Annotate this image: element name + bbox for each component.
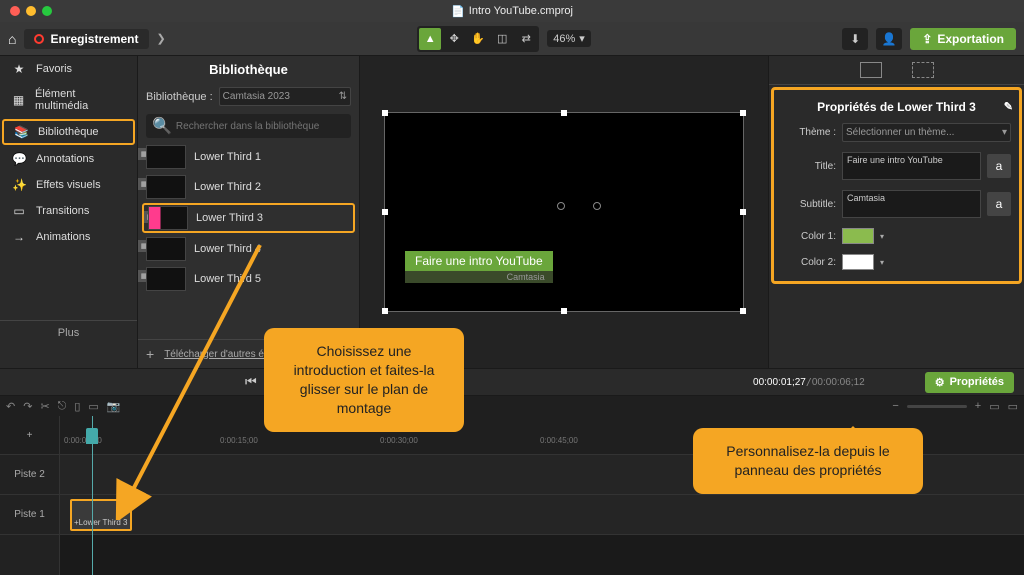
- record-menu-chevron[interactable]: ❯: [157, 32, 166, 45]
- color1-label: Color 1:: [782, 231, 836, 242]
- library-icon: 📚: [14, 125, 28, 139]
- home-button[interactable]: ⌂: [8, 31, 16, 47]
- theme-label: Thème :: [782, 127, 836, 138]
- properties-panel: Propriétés de Lower Third 3 ✎ Thème : Sé…: [768, 56, 1024, 368]
- zoom-in-icon[interactable]: +: [975, 400, 981, 412]
- library-selector[interactable]: Camtasia 2023⇅: [219, 87, 351, 106]
- media-icon: ▦: [12, 93, 25, 107]
- move-tool[interactable]: ✥: [443, 28, 465, 50]
- account-button[interactable]: 👤: [876, 28, 902, 50]
- split-button[interactable]: ⎋: [58, 400, 67, 413]
- track-label[interactable]: Piste 2: [0, 455, 59, 495]
- library-panel: Bibliothèque Bibliothèque : Camtasia 202…: [138, 56, 360, 368]
- marker-toggle[interactable]: ▭: [989, 400, 999, 413]
- record-icon: [34, 34, 44, 44]
- canvas-tools: ▲ ✥ ✋ ◫ ⇄: [417, 26, 539, 52]
- select-tool[interactable]: ▲: [419, 28, 441, 50]
- color1-swatch[interactable]: [842, 228, 874, 244]
- library-search-input[interactable]: [176, 121, 345, 132]
- library-item-selected[interactable]: ▦Lower Third 3: [142, 203, 355, 233]
- star-icon: ★: [12, 62, 26, 76]
- track-label[interactable]: Piste 1: [0, 495, 59, 535]
- effects-icon: ✨: [12, 178, 26, 192]
- sidebar-item-annotations[interactable]: 💬Annotations: [0, 146, 137, 172]
- sidebar-item-animations[interactable]: →Animations: [0, 224, 137, 250]
- maximize-window-button[interactable]: [42, 6, 52, 16]
- paste-button[interactable]: ▭: [88, 400, 98, 413]
- fit-toggle[interactable]: ▭: [1008, 400, 1018, 413]
- record-button[interactable]: Enregistrement: [24, 29, 148, 49]
- tutorial-callout-2: Personnalisez-la depuis le panneau des p…: [693, 428, 923, 494]
- library-item[interactable]: ▦Lower Third 5: [138, 264, 359, 294]
- gear-icon: ⚙: [935, 376, 945, 389]
- undo-button[interactable]: ↶: [6, 400, 15, 413]
- camera-button[interactable]: 📷: [107, 400, 121, 413]
- timeline-toolbar: ↶ ↷ ✂ ⎋ ▯ ▭ 📷 − + ▭ ▭: [0, 396, 1024, 416]
- window-title: 📄 Intro YouTube.cmproj: [451, 5, 573, 18]
- library-selector-label: Bibliothèque :: [146, 91, 213, 103]
- sidebar-item-library[interactable]: 📚Bibliothèque: [2, 119, 135, 145]
- canvas-stage[interactable]: Faire une intro YouTube Camtasia: [384, 112, 744, 312]
- search-icon: 🔍: [152, 116, 172, 136]
- playback-bar: ⏮ ▶ ⏭ 00:00:01;27/00:00:06;12 ⚙ Propriét…: [0, 368, 1024, 396]
- color2-swatch[interactable]: [842, 254, 874, 270]
- library-search[interactable]: 🔍: [146, 114, 351, 138]
- main-toolbar: ⌂ Enregistrement ❯ ▲ ✥ ✋ ◫ ⇄ 46%▾ ⬇ 👤 ⇪ …: [0, 22, 1024, 56]
- pan-tool[interactable]: ⇄: [515, 28, 537, 50]
- title-input[interactable]: Faire une intro YouTube: [842, 152, 981, 180]
- export-icon: ⇪: [922, 32, 932, 46]
- library-item[interactable]: ▦Lower Third 1: [138, 142, 359, 172]
- timeline-zoom-slider[interactable]: [907, 405, 967, 408]
- sidebar-item-effects[interactable]: ✨Effets visuels: [0, 172, 137, 198]
- timeline-clip[interactable]: + Lower Third 3: [70, 499, 132, 531]
- chevron-down-icon: ▾: [579, 32, 585, 45]
- crop-tool[interactable]: ◫: [491, 28, 513, 50]
- edit-name-button[interactable]: ✎: [1004, 100, 1013, 113]
- library-item[interactable]: ▦Lower Third 4: [138, 234, 359, 264]
- preview-canvas[interactable]: Faire une intro YouTube Camtasia: [360, 56, 768, 368]
- annotation-icon: 💬: [12, 152, 26, 166]
- cut-button[interactable]: ✂: [40, 400, 49, 413]
- theme-selector[interactable]: Sélectionner un thème...▾: [842, 123, 1011, 142]
- zoom-level[interactable]: 46%▾: [547, 30, 591, 47]
- sidebar-more[interactable]: Plus: [0, 320, 137, 345]
- subtitle-input[interactable]: Camtasia: [842, 190, 981, 218]
- redo-button[interactable]: ↷: [23, 400, 32, 413]
- properties-title: Propriétés de Lower Third 3 ✎: [780, 96, 1013, 118]
- export-button[interactable]: ⇪ Exportation: [910, 28, 1016, 50]
- title-font-button[interactable]: a: [987, 154, 1011, 178]
- library-item[interactable]: ▦Lower Third 2: [138, 172, 359, 202]
- zoom-out-icon[interactable]: −: [892, 400, 898, 412]
- properties-tab-visual[interactable]: [860, 62, 882, 78]
- download-button[interactable]: ⬇: [842, 28, 868, 50]
- prev-frame-button[interactable]: ⏮: [245, 374, 257, 390]
- close-window-button[interactable]: [10, 6, 20, 16]
- titlebar: 📄 Intro YouTube.cmproj: [0, 0, 1024, 22]
- document-icon: 📄: [451, 5, 465, 18]
- copy-button[interactable]: ▯: [74, 400, 80, 413]
- animations-icon: →: [12, 230, 26, 244]
- subtitle-field-label: Subtitle:: [782, 199, 836, 210]
- playhead[interactable]: [92, 416, 93, 575]
- library-heading: Bibliothèque: [138, 56, 359, 83]
- properties-tab-layout[interactable]: [912, 62, 934, 78]
- sidebar-item-transitions[interactable]: ▭Transitions: [0, 198, 137, 224]
- properties-toggle-button[interactable]: ⚙ Propriétés: [925, 372, 1014, 393]
- minimize-window-button[interactable]: [26, 6, 36, 16]
- sidebar: ★Favoris ▦Élément multimédia 📚Bibliothèq…: [0, 56, 138, 368]
- hand-tool[interactable]: ✋: [467, 28, 489, 50]
- title-field-label: Title:: [782, 161, 836, 172]
- timecode-display: 00:00:01;27/00:00:06;12: [753, 377, 865, 388]
- library-add-button[interactable]: +: [146, 346, 154, 362]
- sidebar-item-favorites[interactable]: ★Favoris: [0, 56, 137, 82]
- timeline-track[interactable]: + Lower Third 3: [60, 495, 1024, 535]
- subtitle-font-button[interactable]: a: [987, 192, 1011, 216]
- track-add-button[interactable]: +: [0, 416, 59, 455]
- tutorial-callout-1: Choisissez une introduction et faites-la…: [264, 328, 464, 432]
- transitions-icon: ▭: [12, 204, 26, 218]
- color2-label: Color 2:: [782, 257, 836, 268]
- lower-third-preview[interactable]: Faire une intro YouTube Camtasia: [405, 251, 553, 283]
- sidebar-item-media[interactable]: ▦Élément multimédia: [0, 82, 137, 118]
